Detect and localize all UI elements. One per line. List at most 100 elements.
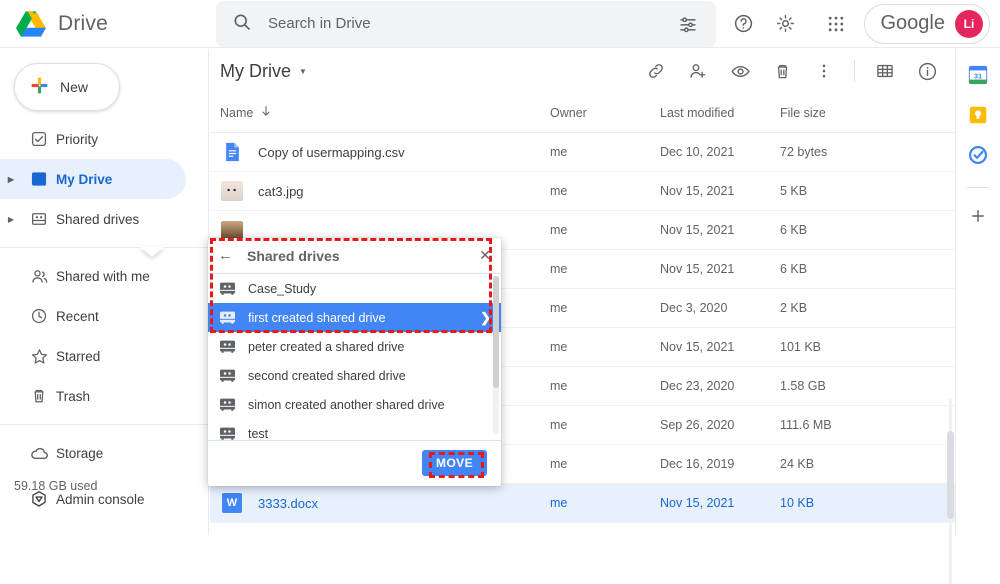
sidebar-item-trash[interactable]: Trash (0, 376, 186, 416)
file-owner: me (550, 145, 660, 159)
table-row[interactable]: Copy of usermapping.csv me Dec 10, 2021 … (210, 133, 955, 172)
back-arrow-icon[interactable]: ← (218, 247, 233, 264)
tune-options-icon[interactable] (668, 4, 708, 44)
sidebar-item-label: Shared with me (56, 269, 150, 284)
close-icon[interactable]: ✕ (479, 247, 491, 264)
shared-drive-item-selected[interactable]: first created shared drive ❯ (208, 303, 501, 332)
file-size: 6 KB (780, 262, 890, 276)
move-button[interactable]: MOVE (422, 450, 487, 476)
new-button-label: New (60, 79, 88, 95)
admin-console-label: Admin console (56, 492, 145, 507)
sidebar-item-storage[interactable]: Storage (0, 433, 186, 473)
shared-drive-label: second created shared drive (248, 369, 406, 383)
file-size: 24 KB (780, 457, 890, 471)
help-circle-icon[interactable] (724, 4, 764, 44)
priority-check-icon (22, 130, 56, 148)
more-options-icon[interactable] (804, 51, 844, 91)
search-box[interactable] (216, 1, 716, 47)
shared-drive-icon (218, 368, 236, 384)
shared-drive-label: Case_Study (248, 282, 316, 296)
shared-drive-item[interactable]: Case_Study (208, 274, 501, 303)
file-name-cell: W 3333.docx (220, 491, 550, 515)
google-tasks-icon[interactable] (966, 143, 990, 167)
drive-brand[interactable]: Drive (0, 9, 210, 39)
expander-triangle-icon[interactable]: ▶ (0, 215, 22, 224)
column-header-modified[interactable]: Last modified (660, 106, 780, 120)
sheets-file-icon (220, 140, 244, 164)
account-chip[interactable]: Google Li (864, 4, 991, 44)
table-row[interactable]: W 3333.docx me Nov 15, 2021 10 KB (210, 484, 955, 523)
details-info-icon[interactable] (907, 51, 947, 91)
top-app-bar: Drive (0, 0, 1000, 48)
sidebar-item-recent[interactable]: Recent (0, 296, 186, 336)
file-owner: me (550, 496, 660, 510)
gear-icon[interactable] (766, 4, 806, 44)
shared-drive-item[interactable]: test (208, 419, 501, 441)
dialog-scrollbar-thumb[interactable] (493, 276, 499, 388)
dialog-footer: MOVE (208, 441, 501, 485)
cat-thumbnail (220, 179, 244, 203)
sidebar-item-shared-with-me[interactable]: Shared with me (0, 256, 186, 296)
file-size: 111.6 MB (780, 418, 890, 432)
arrow-down-icon[interactable] (259, 104, 273, 121)
add-person-icon[interactable] (678, 51, 718, 91)
chevron-right-icon[interactable]: ❯ (480, 310, 491, 326)
google-calendar-icon[interactable]: 31 (966, 63, 990, 87)
column-header-name-label: Name (220, 106, 253, 120)
column-header-owner[interactable]: Owner (550, 106, 660, 120)
file-name: 3333.docx (258, 496, 318, 511)
file-size: 6 KB (780, 223, 890, 237)
column-header-size[interactable]: File size (780, 106, 890, 120)
admin-console-row[interactable]: Admin console (0, 479, 208, 519)
expander-triangle-icon[interactable]: ▶ (0, 175, 22, 184)
toolbar-divider (854, 60, 855, 82)
file-size: 101 KB (780, 340, 890, 354)
plus-colored-icon (29, 75, 50, 99)
google-keep-icon[interactable] (966, 103, 990, 127)
search-input[interactable] (266, 14, 654, 33)
get-link-icon[interactable] (636, 51, 676, 91)
svg-text:31: 31 (974, 71, 982, 80)
sidebar-item-my-drive[interactable]: ▶ My Drive (0, 159, 186, 199)
shared-drive-icon (218, 426, 236, 442)
google-drive-logo (14, 9, 48, 39)
grid-view-icon[interactable] (865, 51, 905, 91)
plus-icon[interactable] (966, 204, 990, 228)
header-actions: Google Li (724, 4, 1000, 44)
file-owner: me (550, 262, 660, 276)
shared-drive-icon (218, 310, 236, 326)
apps-grid-icon[interactable] (816, 4, 856, 44)
sidebar-item-label: Trash (56, 389, 90, 404)
file-list-scrollbar[interactable] (946, 399, 954, 584)
file-owner: me (550, 379, 660, 393)
drive-title: Drive (58, 12, 108, 36)
file-name-cell: cat3.jpg (220, 179, 550, 203)
new-button[interactable]: New (14, 63, 120, 111)
sidebar-item-shared-drives[interactable]: ▶ Shared drives (0, 199, 186, 239)
dialog-title: Shared drives (247, 248, 465, 264)
breadcrumb-toolbar: My Drive ▼ (210, 49, 955, 93)
file-modified: Nov 15, 2021 (660, 340, 780, 354)
shared-drive-item[interactable]: peter created a shared drive (208, 332, 501, 361)
action-toolbar (636, 51, 947, 91)
file-size: 1.58 GB (780, 379, 890, 393)
file-owner: me (550, 457, 660, 471)
dialog-scrollbar[interactable] (493, 276, 499, 434)
shared-drive-icon (218, 397, 236, 413)
shared-drive-icon (218, 281, 236, 297)
column-header-name[interactable]: Name (220, 104, 550, 121)
preview-eye-icon[interactable] (720, 51, 760, 91)
table-row[interactable]: cat3.jpg me Nov 15, 2021 5 KB (210, 172, 955, 211)
shared-drive-item[interactable]: simon created another shared drive (208, 390, 501, 419)
shared-drives-list[interactable]: Case_Study first created shared drive ❯ (208, 274, 501, 441)
sidebar-item-starred[interactable]: Starred (0, 336, 186, 376)
sidebar-item-priority[interactable]: Priority (0, 119, 186, 159)
avatar[interactable]: Li (955, 10, 983, 38)
sidebar-item-admin-console[interactable]: Admin console (0, 479, 186, 519)
shared-drive-item[interactable]: second created shared drive (208, 361, 501, 390)
trash-icon[interactable] (762, 51, 802, 91)
shared-drive-label: peter created a shared drive (248, 340, 404, 354)
breadcrumb[interactable]: My Drive ▼ (220, 61, 307, 82)
scrollbar-thumb[interactable] (947, 431, 954, 519)
chevron-down-icon[interactable]: ▼ (299, 67, 307, 76)
